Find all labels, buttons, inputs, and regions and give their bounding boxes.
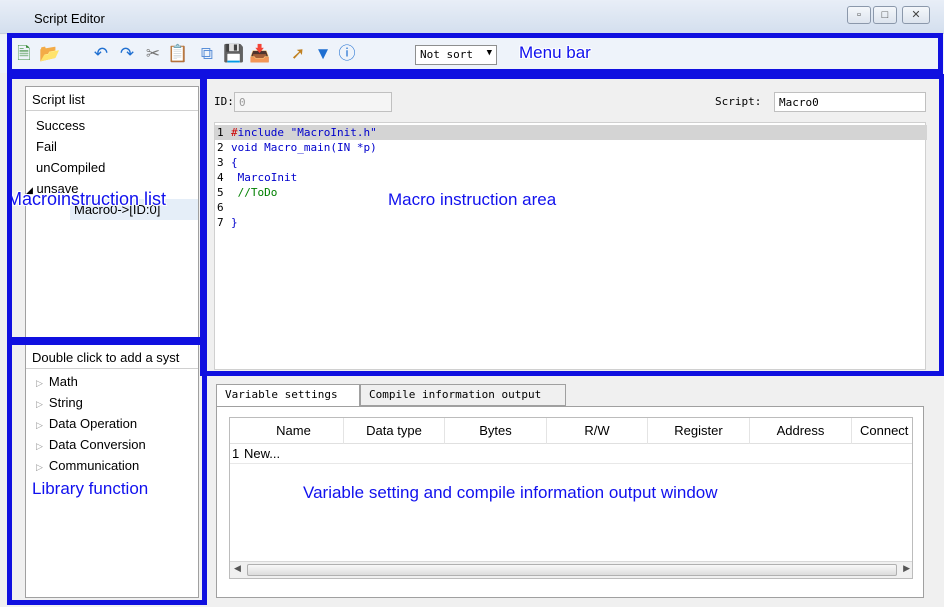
minimize-button[interactable]: ▫ bbox=[847, 6, 871, 24]
scroll-left-icon[interactable]: ◀ bbox=[234, 563, 241, 574]
library-highlight-box bbox=[7, 340, 207, 605]
tab-variable-settings[interactable]: Variable settings bbox=[216, 384, 360, 407]
column-header-rw[interactable]: R/W bbox=[547, 418, 648, 444]
column-header-name[interactable]: Name bbox=[244, 418, 344, 444]
column-header-data-type[interactable]: Data type bbox=[344, 418, 445, 444]
table-header-row: Name Data type Bytes R/W Register Addres… bbox=[230, 418, 912, 444]
column-header-bytes[interactable]: Bytes bbox=[445, 418, 547, 444]
menu-bar-highlight-box bbox=[7, 33, 943, 74]
scrollbar-thumb[interactable] bbox=[247, 564, 897, 576]
column-header-address[interactable]: Address bbox=[750, 418, 852, 444]
script-editor-window: Script Editor ▫ □ ✕ 🗎 📂 ↶ ↷ ✂ 📋 ⧉ 💾 📥 ➚ … bbox=[0, 0, 944, 607]
variable-settings-panel: Name Data type Bytes R/W Register Addres… bbox=[216, 406, 924, 598]
maximize-button[interactable]: □ bbox=[873, 6, 897, 24]
row-index: 1 bbox=[232, 446, 240, 461]
variable-window-annotation: Variable setting and compile information… bbox=[303, 483, 718, 502]
horizontal-scrollbar[interactable]: ◀ ▶ bbox=[230, 561, 912, 578]
window-title: Script Editor bbox=[34, 11, 105, 26]
macro-list-highlight-box bbox=[7, 74, 207, 342]
close-button[interactable]: ✕ bbox=[902, 6, 930, 24]
row-name-cell[interactable]: New... bbox=[244, 444, 280, 464]
table-row[interactable]: 1 New... bbox=[230, 444, 912, 464]
column-header-register[interactable]: Register bbox=[648, 418, 750, 444]
macro-area-highlight-box bbox=[200, 74, 944, 376]
tab-compile-output[interactable]: Compile information output bbox=[360, 384, 566, 406]
title-bar: Script Editor ▫ □ ✕ bbox=[0, 0, 944, 34]
scroll-right-icon[interactable]: ▶ bbox=[903, 563, 910, 574]
column-header-connect[interactable]: Connect bbox=[852, 418, 912, 444]
